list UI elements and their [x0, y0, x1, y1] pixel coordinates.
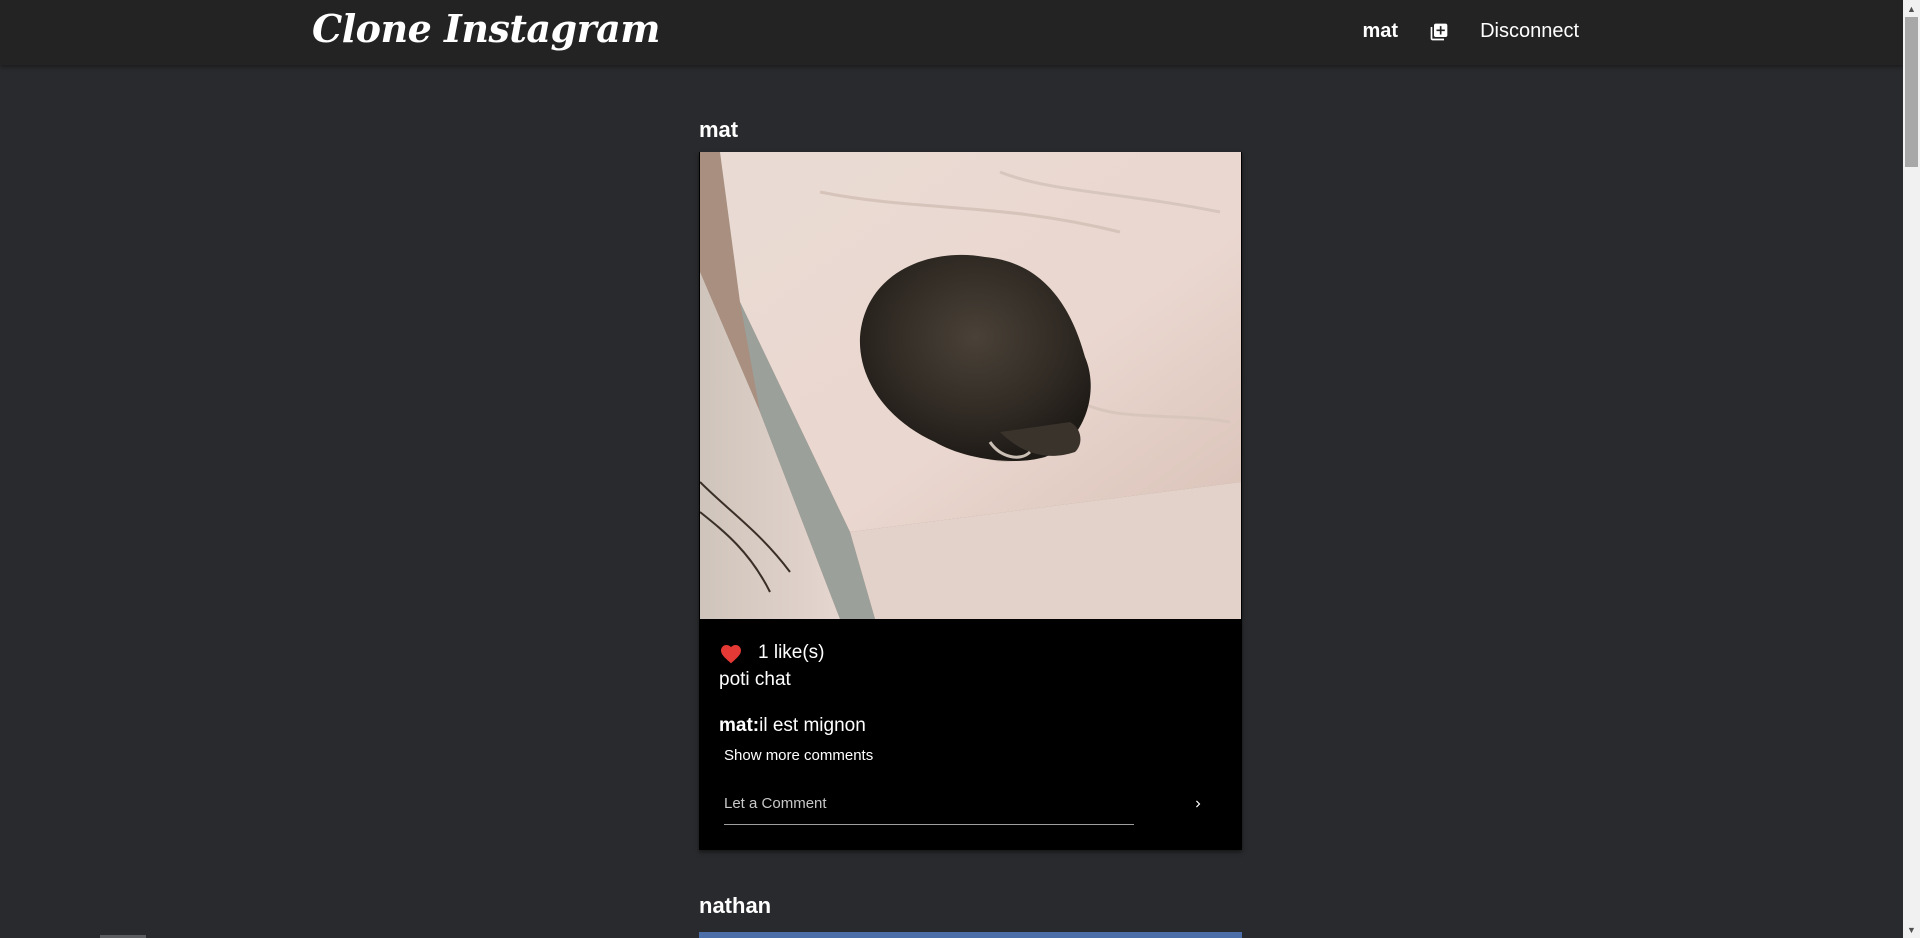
post-author[interactable]: mat	[699, 115, 1242, 152]
post-image	[699, 932, 1242, 938]
brand-logo[interactable]: Clone Instagram	[312, 6, 660, 51]
add-post-icon[interactable]	[1428, 21, 1450, 43]
post-content: 1 like(s) poti chat mat:il est mignon Sh…	[699, 619, 1242, 850]
comment-item: mat:il est mignon	[719, 715, 1223, 737]
post-image	[700, 152, 1241, 619]
heart-icon[interactable]	[719, 642, 743, 664]
disconnect-link[interactable]: Disconnect	[1480, 20, 1579, 43]
post-caption: poti chat	[719, 669, 791, 690]
send-comment-button[interactable]	[1186, 792, 1210, 816]
nav-username-link[interactable]: mat	[1362, 20, 1398, 43]
scroll-up-arrow-icon[interactable]: ▲	[1903, 0, 1920, 17]
comment-user: mat:	[719, 715, 760, 736]
likes-row: 1 like(s)	[719, 640, 1223, 666]
post-author[interactable]: nathan	[699, 893, 771, 919]
comment-text: il est mignon	[759, 715, 866, 736]
comment-input[interactable]	[724, 782, 1134, 825]
nav-actions: mat Disconnect	[1362, 0, 1579, 63]
top-navbar: Clone Instagram mat Disconnect	[0, 0, 1904, 65]
post-feed: mat 1 like(s) poti chat mat:il est migno…	[699, 115, 1242, 850]
chevron-right-icon	[1196, 800, 1201, 808]
scroll-down-arrow-icon[interactable]: ▼	[1903, 921, 1920, 938]
likes-count: 1 like(s)	[758, 642, 825, 663]
add-box-icon	[1430, 23, 1448, 40]
scrollbar-thumb[interactable]	[1905, 17, 1918, 167]
comment-form	[724, 782, 1223, 828]
post-card: 1 like(s) poti chat mat:il est mignon Sh…	[699, 152, 1242, 850]
show-more-comments-link[interactable]: Show more comments	[724, 747, 1223, 764]
scrollbar[interactable]: ▲ ▼	[1903, 0, 1920, 938]
